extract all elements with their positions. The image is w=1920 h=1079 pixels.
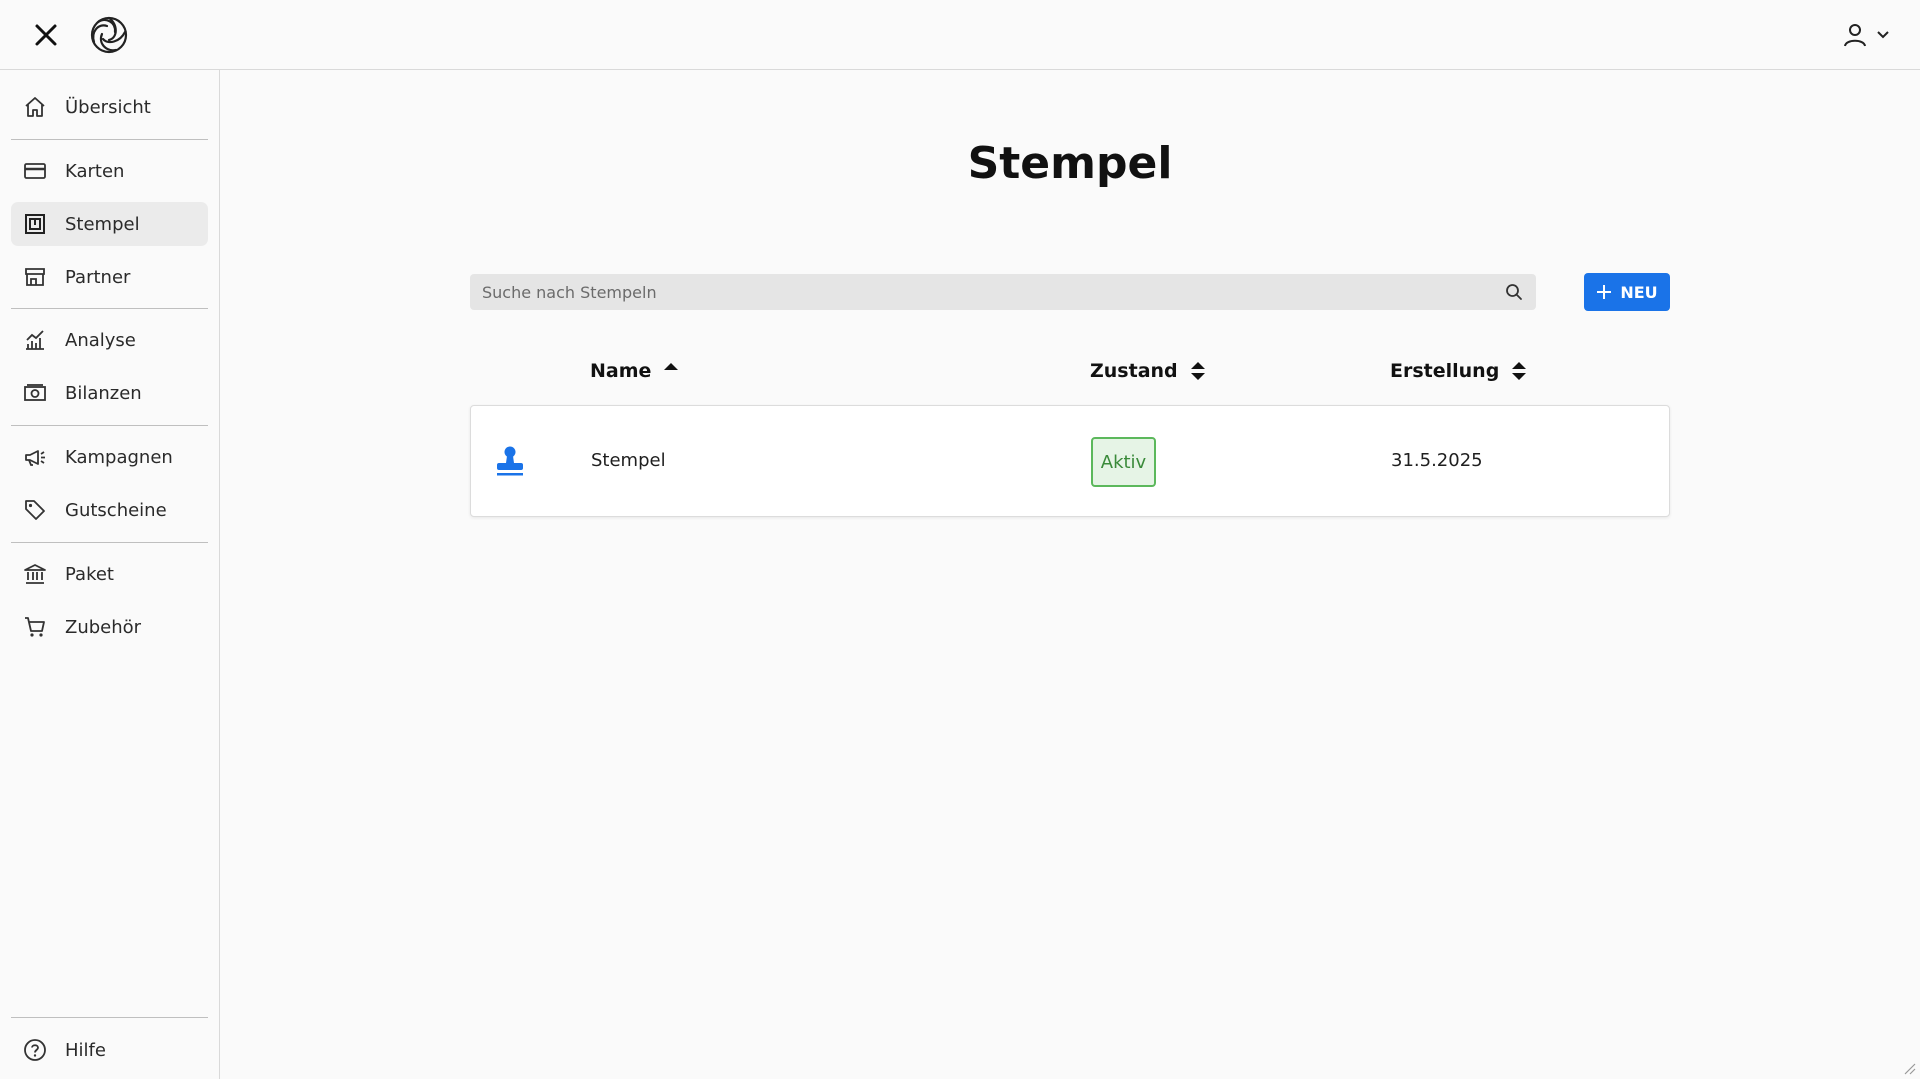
stamp-icon: [22, 211, 48, 237]
user-icon: [1844, 24, 1866, 47]
money-icon: [22, 380, 48, 406]
sidebar-item-partner[interactable]: Partner: [11, 255, 208, 299]
help-icon: [22, 1037, 48, 1063]
sidebar-item-zubehoer[interactable]: Zubehör: [11, 605, 208, 649]
column-header-label: Name: [590, 360, 652, 382]
column-header-name[interactable]: Name: [590, 356, 679, 386]
logo-icon: [90, 16, 128, 54]
cart-icon: [22, 614, 48, 640]
sidebar-item-label: Bilanzen: [65, 382, 142, 404]
column-header-created[interactable]: Erstellung: [1390, 356, 1527, 386]
sidebar-divider: [11, 1017, 208, 1018]
close-icon: [35, 24, 57, 46]
resize-grip-icon[interactable]: [1902, 1061, 1916, 1075]
search-box: [470, 274, 1536, 310]
close-button[interactable]: [30, 19, 62, 51]
sidebar-item-uebersicht[interactable]: Übersicht: [11, 85, 208, 129]
new-button[interactable]: NEU: [1584, 273, 1670, 311]
stamp-icon: [497, 446, 523, 476]
sidebar-item-label: Übersicht: [65, 96, 151, 118]
sort-icon: [1512, 362, 1527, 380]
home-icon: [22, 94, 48, 120]
column-header-label: Zustand: [1090, 360, 1178, 382]
row-name: Stempel: [591, 450, 666, 471]
megaphone-icon: [22, 444, 48, 470]
chevron-down-icon: [1877, 31, 1889, 39]
sort-asc-icon: [664, 363, 679, 370]
user-menu[interactable]: [1842, 20, 1890, 50]
column-header-status[interactable]: Zustand: [1090, 356, 1206, 386]
sidebar-item-hilfe[interactable]: Hilfe: [11, 1028, 208, 1072]
plus-icon: [1597, 285, 1612, 299]
sidebar-item-kampagnen[interactable]: Kampagnen: [11, 435, 208, 479]
sidebar-item-gutscheine[interactable]: Gutscheine: [11, 488, 208, 532]
sidebar-item-stempel[interactable]: Stempel: [11, 202, 208, 246]
sidebar-item-analyse[interactable]: Analyse: [11, 318, 208, 362]
new-button-label: NEU: [1620, 282, 1658, 302]
column-header-label: Erstellung: [1390, 360, 1500, 382]
sidebar-divider: [11, 425, 208, 426]
sidebar-item-label: Zubehör: [65, 616, 142, 638]
table-row[interactable]: Stempel Aktiv 31.5.2025: [470, 405, 1670, 517]
sidebar: Übersicht Karten Stempel Partner Analyse…: [0, 70, 220, 1079]
sidebar-item-karten[interactable]: Karten: [11, 149, 208, 193]
sidebar-divider: [11, 308, 208, 309]
sidebar-item-label: Partner: [65, 266, 131, 288]
store-icon: [22, 264, 48, 290]
sidebar-item-label: Hilfe: [65, 1039, 106, 1061]
sidebar-item-label: Gutscheine: [65, 499, 167, 521]
sort-icon: [1190, 362, 1205, 380]
card-icon: [22, 158, 48, 184]
row-created-date: 31.5.2025: [1391, 450, 1483, 471]
search-icon[interactable]: [1504, 282, 1524, 302]
sidebar-item-label: Paket: [65, 563, 114, 585]
status-badge: Aktiv: [1091, 437, 1156, 487]
chart-icon: [22, 327, 48, 353]
bank-icon: [22, 561, 48, 587]
sidebar-divider: [11, 542, 208, 543]
tag-icon: [22, 497, 48, 523]
sidebar-item-paket[interactable]: Paket: [11, 552, 208, 596]
sidebar-item-label: Stempel: [65, 213, 140, 235]
page-title: Stempel: [967, 138, 1173, 189]
sidebar-item-label: Karten: [65, 160, 125, 182]
search-input[interactable]: [470, 274, 1504, 310]
sidebar-item-bilanzen[interactable]: Bilanzen: [11, 371, 208, 415]
sidebar-item-label: Kampagnen: [65, 446, 173, 468]
sidebar-item-label: Analyse: [65, 329, 136, 351]
top-bar: [0, 0, 1920, 70]
sidebar-divider: [11, 139, 208, 140]
